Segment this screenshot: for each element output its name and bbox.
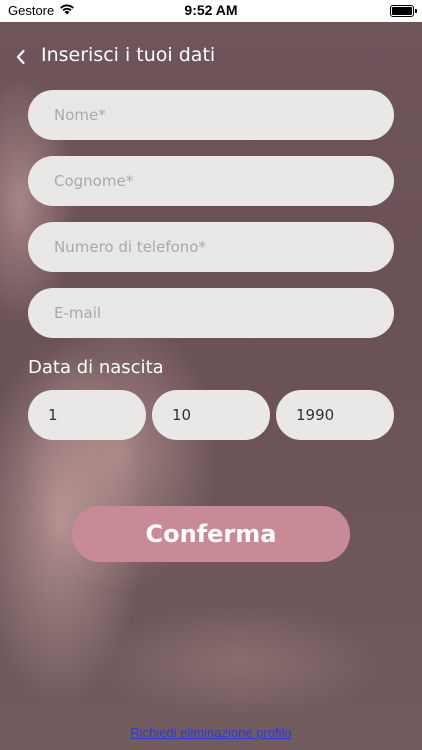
confirm-button[interactable]: Conferma [72,506,350,562]
delete-profile-link[interactable]: Richiedi eliminazione profilo [0,725,422,740]
page-title: Inserisci i tuoi dati [41,44,216,66]
dob-year-field[interactable]: 1990 [276,390,394,440]
surname-field[interactable]: Cognome* [28,156,394,206]
back-button[interactable] [10,46,32,68]
dob-day-field[interactable]: 1 [28,390,146,440]
status-time: 9:52 AM [184,2,238,18]
name-field[interactable]: Nome* [28,90,394,140]
phone-field[interactable]: Numero di telefono* [28,222,394,272]
dob-year-value: 1990 [296,406,335,424]
screen: Inserisci i tuoi dati Nome* Cognome* Num… [0,22,422,750]
dob-month-value: 10 [172,406,192,424]
dob-label: Data di nascita [28,357,164,378]
email-placeholder: E-mail [54,304,102,322]
dob-day-value: 1 [48,406,58,424]
confirm-button-label: Conferma [145,520,277,548]
status-bar: Gestore 9:52 AM [0,0,422,22]
chevron-left-icon [16,49,25,65]
email-field[interactable]: E-mail [28,288,394,338]
name-placeholder: Nome* [54,106,106,124]
battery-icon [390,5,417,17]
surname-placeholder: Cognome* [54,172,134,190]
phone-placeholder: Numero di telefono* [54,238,206,256]
dob-month-field[interactable]: 10 [152,390,270,440]
